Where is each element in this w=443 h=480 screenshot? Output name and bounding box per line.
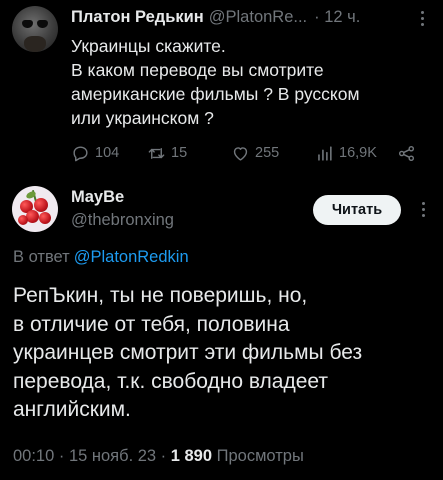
tweet-text-line: английским. bbox=[13, 398, 131, 421]
like-icon bbox=[233, 146, 248, 161]
reply-count: 104 bbox=[95, 145, 120, 161]
more-icon[interactable] bbox=[412, 8, 432, 28]
tweet-header: Платон Редькин @PlatonRe... · 12 ч. bbox=[71, 6, 360, 28]
reply-button[interactable]: 104 bbox=[71, 142, 119, 164]
like-count: 255 bbox=[255, 145, 280, 161]
views-button[interactable]: 16,9K bbox=[315, 142, 377, 164]
author-handle[interactable]: @thebronxing bbox=[71, 211, 174, 230]
views-label: Просмотры bbox=[212, 447, 304, 465]
follow-button[interactable]: Читать bbox=[313, 195, 401, 225]
view-count: 16,9K bbox=[339, 145, 377, 161]
action-bar: 104 15 255 16,9K bbox=[71, 142, 423, 164]
retweet-button[interactable]: 15 bbox=[147, 142, 187, 164]
retweet-count: 15 bbox=[171, 145, 188, 161]
views-count: 1 890 bbox=[170, 447, 213, 465]
more-icon[interactable] bbox=[413, 199, 433, 219]
parent-tweet[interactable]: Платон Редькин @PlatonRe... · 12 ч. Укра… bbox=[0, 0, 443, 176]
retweet-icon bbox=[148, 147, 165, 159]
share-icon bbox=[398, 145, 415, 161]
reply-to-mention[interactable]: @PlatonRedkin bbox=[74, 248, 189, 266]
tweet-text-line: Украинцы скажите. bbox=[71, 36, 226, 56]
like-button[interactable]: 255 bbox=[231, 142, 279, 164]
berry-graphic bbox=[26, 210, 39, 223]
tweet-meta: 00:10 · 15 нояб. 23 · 1 890 Просмотры bbox=[13, 447, 304, 466]
tweet-time[interactable]: · 12 ч. bbox=[314, 8, 360, 27]
tweet-text: Украинцы скажите. В каком переводе вы см… bbox=[71, 34, 421, 130]
berry-graphic bbox=[18, 215, 28, 225]
share-button[interactable] bbox=[397, 142, 421, 164]
avatar[interactable] bbox=[12, 186, 58, 232]
tweet-text-line: В каком переводе вы смотрите bbox=[71, 60, 324, 80]
tweet-text-line: американские фильмы ? В русском bbox=[71, 84, 360, 104]
berry-graphic bbox=[34, 198, 48, 212]
tweet-text-line: РепЪкин, ты не поверишь, но, bbox=[13, 284, 308, 307]
sunglasses-graphic bbox=[22, 20, 48, 29]
beard-graphic bbox=[24, 36, 46, 52]
avatar[interactable] bbox=[12, 6, 58, 52]
tweet-text-line: украинцев смотрит эти фильмы без bbox=[13, 341, 363, 364]
tweet-text-line: в отличие от тебя, половина bbox=[13, 312, 290, 336]
tweet-text-line: перевода, т.к. свободно владеет bbox=[13, 369, 328, 393]
reply-to-label: В ответ bbox=[13, 248, 70, 266]
author-handle[interactable]: @PlatonRe... bbox=[209, 8, 307, 27]
views-icon bbox=[318, 145, 332, 161]
tweet-text: РепЪкин, ты не поверишь, но, в отличие о… bbox=[13, 282, 433, 425]
reply-icon bbox=[73, 145, 88, 161]
tweet-timestamp[interactable]: 00:10 · 15 нояб. 23 · bbox=[13, 447, 171, 465]
tweet-text-line: или украинском ? bbox=[71, 108, 214, 128]
author-name[interactable]: MayBe bbox=[71, 188, 124, 207]
author-name[interactable]: Платон Редькин bbox=[71, 8, 204, 27]
reply-context: В ответ @PlatonRedkin bbox=[13, 248, 189, 267]
berry-graphic bbox=[39, 212, 51, 224]
